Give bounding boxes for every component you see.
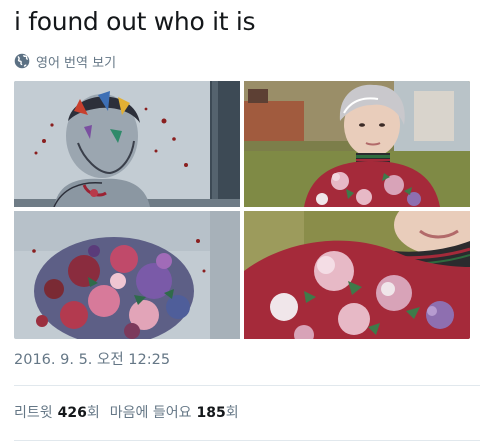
media-photo-sweater-closeup[interactable] bbox=[244, 211, 470, 339]
tweet-text: i found out who it is bbox=[14, 7, 256, 36]
retweet-stat[interactable]: 리트윗 426 회 bbox=[14, 402, 100, 422]
tweet-timestamp[interactable]: 2016. 9. 5. 오전 12:25 bbox=[14, 348, 170, 369]
translate-label: 영어 번역 보기 bbox=[36, 55, 117, 71]
translate-tweet-link[interactable]: 영어 번역 보기 bbox=[14, 51, 116, 71]
divider bbox=[14, 385, 480, 386]
globe-icon bbox=[14, 53, 30, 69]
media-grid bbox=[14, 81, 470, 339]
media-photo-painting[interactable] bbox=[14, 81, 240, 207]
like-count: 185 bbox=[196, 405, 226, 421]
retweet-suffix: 회 bbox=[86, 405, 100, 421]
retweet-label: 리트윗 bbox=[14, 405, 53, 421]
media-photo-painting-closeup[interactable] bbox=[14, 211, 240, 339]
media-photo-portrait[interactable] bbox=[244, 81, 470, 207]
tweet-stats: 리트윗 426 회 마음에 들어요 185 회 bbox=[14, 402, 239, 422]
like-label: 마음에 들어요 bbox=[109, 405, 192, 421]
like-suffix: 회 bbox=[225, 405, 239, 421]
divider-bottom bbox=[14, 440, 480, 441]
retweet-count: 426 bbox=[57, 405, 87, 421]
like-stat[interactable]: 마음에 들어요 185 회 bbox=[110, 402, 239, 422]
